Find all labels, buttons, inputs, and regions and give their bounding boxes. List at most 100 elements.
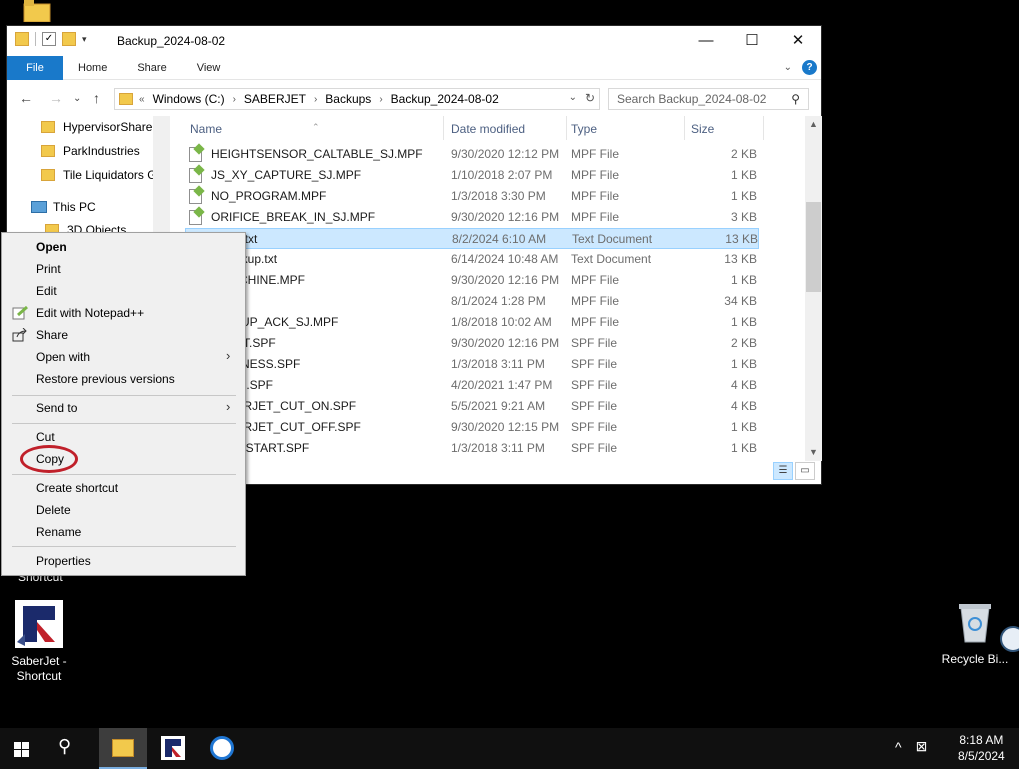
submenu-arrow-icon: › [226,348,231,363]
file-row[interactable]: ...ATERJET_CUT_OFF.SPF 9/30/2020 12:15 PM… [185,417,759,438]
close-button[interactable]: ✕ [775,26,821,56]
tab-file[interactable]: File [7,56,63,80]
tab-share[interactable]: Share [122,56,181,79]
file-name: NO_PROGRAM.MPF [211,189,327,203]
menu-item-properties[interactable]: Properties [36,554,91,568]
file-row[interactable]: ...Backup.txt6/14/2024 10:48 AMText Docu… [185,249,759,270]
file-row[interactable]: ..._INIT.SPF9/30/2020 12:16 PMSPF File2 … [185,333,759,354]
file-row[interactable]: JS_XY_CAPTURE_SJ.MPF 1/10/2018 2:07 PM MPF… [185,165,759,186]
network-icon[interactable]: ⊠ [916,738,928,755]
file-size: 13 KB [725,232,758,246]
address-dropdown-icon[interactable]: ⌄ [569,92,577,103]
expand-ribbon-icon[interactable]: ⌄ [784,62,792,73]
file-size: 1 KB [730,273,757,287]
view-switcher: ☰ ▭ [773,462,815,480]
column-size[interactable]: Size [691,122,714,136]
file-row[interactable]: HEIGHTSENSOR_CALTABLE_SJ.MPF 9/30/2020 12… [185,144,759,165]
menu-item-open-with[interactable]: Open with [36,350,90,364]
file-date: 1/10/2018 2:07 PM [451,168,553,182]
column-date-modified[interactable]: Date modified [451,122,525,136]
search-placeholder: Search Backup_2024-08-02 [617,92,767,106]
file-row[interactable]: ...ATERJET_CUT_ON.SPF 5/5/2021 9:21 AM SPF… [185,396,759,417]
nav-item-this-pc[interactable]: This PC [31,200,96,214]
forward-button[interactable]: → [49,90,63,106]
menu-item-edit[interactable]: Edit [36,284,57,298]
menu-item-cut[interactable]: Cut [36,430,55,444]
file-row[interactable]: ...ICKNESS.SPF 1/3/2018 3:11 PM SPF File 1 … [185,354,759,375]
up-button[interactable]: ↑ [93,90,100,106]
scroll-up-icon[interactable]: ▲ [805,116,822,133]
show-hidden-icons-icon[interactable]: ^ [895,739,902,755]
large-icons-view-icon[interactable]: ▭ [795,462,815,480]
scroll-thumb[interactable] [806,202,821,292]
taskbar-teamviewer[interactable] [198,728,246,769]
file-row[interactable]: NO_PROGRAM.MPF 1/3/2018 3:30 PM MPF File 1 … [185,186,759,207]
overflow-chevron-icon[interactable]: « [139,94,145,105]
menu-item-delete[interactable]: Delete [36,503,71,517]
file-row[interactable]: ...File.txt8/2/2024 6:10 AMText Document… [185,228,759,249]
menu-item-send-to[interactable]: Send to [36,401,77,415]
customize-qat-icon[interactable]: ▾ [82,34,87,45]
breadcrumb-windows-c[interactable]: Windows (C:) [153,92,225,106]
scroll-down-icon[interactable]: ▼ [805,444,822,461]
search-input[interactable]: Search Backup_2024-08-02 ⚲ [608,88,809,110]
clock[interactable]: 8:18 AM 8/5/2024 [958,732,1005,764]
sort-ascending-icon: ⌃ [312,122,320,132]
file-type: SPF File [571,357,618,371]
file-list-scrollbar[interactable]: ▲ ▼ [805,116,822,461]
back-button[interactable]: ← [19,90,33,106]
new-folder-icon[interactable] [62,32,76,46]
tab-home[interactable]: Home [63,56,122,79]
tab-view[interactable]: View [182,56,236,79]
file-row[interactable]: ...PF8/1/2024 1:28 PMMPF File34 KB [185,291,759,312]
taskbar-saberjet[interactable] [150,728,198,769]
details-view-icon[interactable]: ☰ [773,462,793,480]
file-type: MPF File [571,168,619,182]
file-size: 1 KB [730,441,757,455]
address-bar[interactable]: « Windows (C:) › SABERJET › Backups › Ba… [114,88,600,110]
file-size: 1 KB [730,357,757,371]
taskbar-search-icon[interactable]: ⚲ [58,736,71,757]
nav-item-hypervisorshare[interactable]: HypervisorShare [41,120,152,134]
file-row[interactable]: ORIFICE_BREAK_IN_SJ.MPF 9/30/2020 12:16 P… [185,207,759,228]
file-date: 4/20/2021 1:47 PM [451,378,553,392]
nav-item-parkindustries[interactable]: ParkIndustries [41,144,140,158]
column-type[interactable]: Type [571,122,597,136]
file-row[interactable]: ...RCE.SPF4/20/2021 1:47 PMSPF File4 KB [185,375,759,396]
help-icon[interactable]: ? [802,60,817,75]
recent-locations-button[interactable]: ⌄ [73,93,81,104]
menu-item-restore-previous-versions[interactable]: Restore previous versions [36,372,175,386]
breadcrumb-saberjet[interactable]: SABERJET [244,92,306,106]
folder-icon [119,93,133,105]
properties-icon[interactable]: ✓ [42,32,56,46]
file-row[interactable]: ...INEUP_ACK_SJ.MPF 1/8/2018 10:02 AM MPF … [185,312,759,333]
refresh-icon[interactable]: ↻ [585,91,595,105]
folder-icon [41,145,55,157]
menu-item-open[interactable]: Open [36,240,67,254]
menu-item-create-shortcut[interactable]: Create shortcut [36,481,118,495]
nav-item-tile-liquidators[interactable]: Tile Liquidators G [41,168,157,182]
file-size: 1 KB [730,315,757,329]
file-size: 4 KB [730,378,757,392]
file-type: Text Document [572,232,653,246]
menu-item-print[interactable]: Print [36,262,61,276]
breadcrumb-backups[interactable]: Backups [325,92,371,106]
taskbar-file-explorer[interactable] [99,728,147,769]
file-type: SPF File [571,336,618,350]
saberjet-shortcut[interactable]: SaberJet - Shortcut [6,600,72,684]
teamviewer-desktop-icon[interactable] [1000,626,1019,652]
desktop-folder-icon[interactable] [22,0,52,23]
file-row[interactable]: ...MACHINE.MPF 9/30/2020 12:16 PM MPF File… [185,270,759,291]
file-row[interactable]: ...MP_START.SPF 1/3/2018 3:11 PM SPF File 1… [185,438,759,459]
menu-item-rename[interactable]: Rename [36,525,81,539]
taskbar: ⚲ ^ ⊠ 8:18 AM 8/5/2024 [0,728,1019,769]
menu-item-share[interactable]: Share [36,328,68,342]
recycle-bin-label: Recycle Bi... [941,652,1009,666]
start-button[interactable] [8,736,38,762]
maximize-button[interactable]: ☐ [729,26,775,56]
column-name[interactable]: Name [190,122,222,136]
menu-item-edit-with-notepad[interactable]: Edit with Notepad++ [36,306,144,320]
minimize-button[interactable]: — [683,26,729,56]
breadcrumb-current[interactable]: Backup_2024-08-02 [391,92,499,106]
title-bar[interactable]: ✓ ▾ Backup_2024-08-02 — ☐ ✕ [7,26,821,56]
